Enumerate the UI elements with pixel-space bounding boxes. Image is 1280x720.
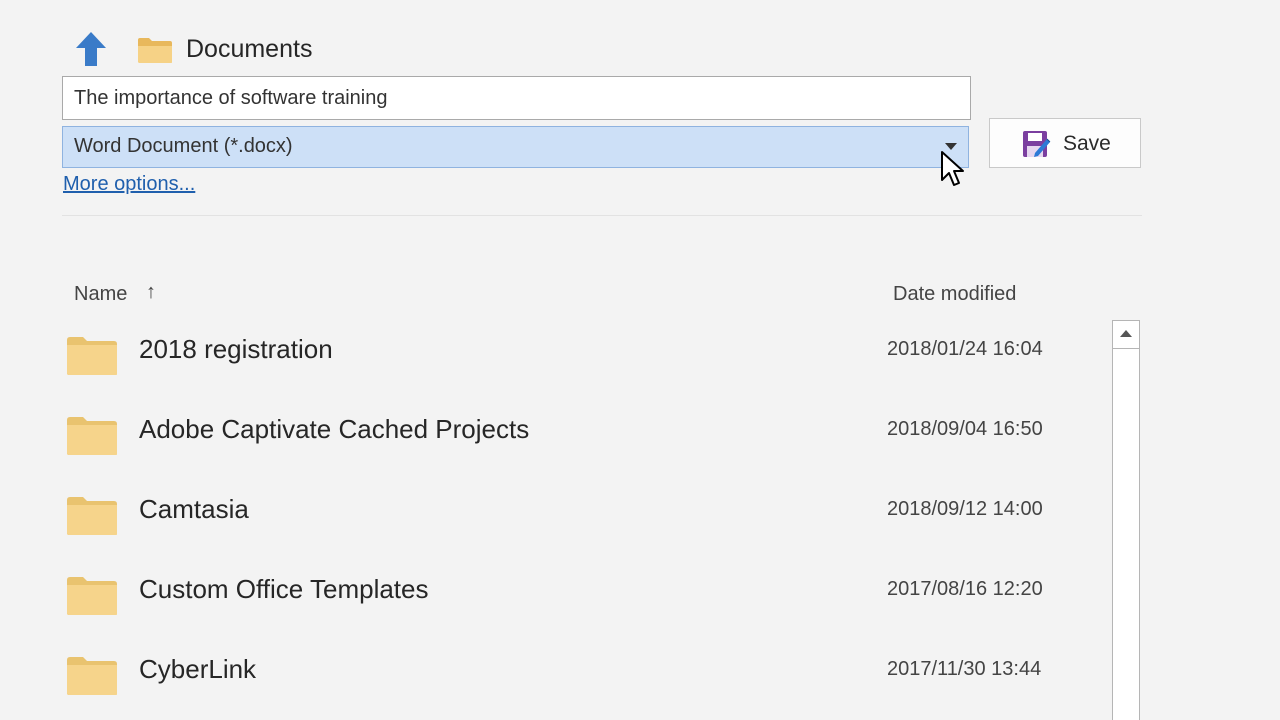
row-date: 2018/09/04 16:50	[887, 418, 1043, 440]
folder-icon	[67, 337, 117, 375]
table-row[interactable]: CyberLink 2017/11/30 13:44	[62, 634, 1107, 714]
mouse-pointer-icon	[941, 151, 964, 186]
vertical-scrollbar[interactable]	[1112, 320, 1140, 720]
row-date: 2018/09/12 14:00	[887, 498, 1043, 520]
chevron-down-icon	[945, 143, 957, 150]
row-name: CyberLink	[139, 654, 257, 684]
save-button-label: Save	[1063, 132, 1111, 155]
file-type-dropdown[interactable]: Word Document (*.docx)	[62, 126, 969, 168]
save-as-icon	[1023, 131, 1051, 157]
column-header-date-modified[interactable]: Date modified	[893, 283, 1016, 306]
table-row[interactable]: Adobe Captivate Cached Projects 2018/09/…	[62, 394, 1107, 474]
row-date: 2018/01/24 16:04	[887, 338, 1043, 360]
filename-field[interactable]	[62, 76, 971, 120]
table-row[interactable]: 2018 registration 2018/01/24 16:04	[62, 314, 1107, 394]
table-row[interactable]: Camtasia 2018/09/12 14:00	[62, 474, 1107, 554]
divider	[62, 215, 1142, 216]
folder-icon	[138, 38, 172, 63]
table-row[interactable]: Custom Office Templates 2017/08/16 12:20	[62, 554, 1107, 634]
folder-icon	[67, 577, 117, 615]
folder-icon	[67, 497, 117, 535]
row-name: Custom Office Templates	[139, 574, 429, 604]
more-options-link[interactable]: More options...	[63, 173, 195, 196]
row-name: Adobe Captivate Cached Projects	[139, 414, 530, 444]
column-header-name[interactable]: Name	[74, 283, 127, 306]
folder-icon	[67, 657, 117, 695]
location-title: Documents	[186, 35, 313, 63]
scroll-up-button[interactable]	[1113, 321, 1139, 349]
file-type-selected: Word Document (*.docx)	[74, 135, 293, 157]
row-name: 2018 registration	[139, 334, 333, 364]
sort-ascending-icon: ↑	[146, 281, 156, 303]
up-arrow-icon[interactable]	[74, 30, 108, 68]
save-button[interactable]: Save	[989, 118, 1141, 168]
save-as-panel: Documents Word Document (*.docx) More op…	[0, 0, 1280, 720]
row-date: 2017/08/16 12:20	[887, 578, 1043, 600]
chevron-up-icon	[1120, 330, 1132, 337]
row-date: 2017/11/30 13:44	[887, 658, 1042, 680]
folder-icon	[67, 417, 117, 455]
row-name: Camtasia	[139, 494, 249, 524]
